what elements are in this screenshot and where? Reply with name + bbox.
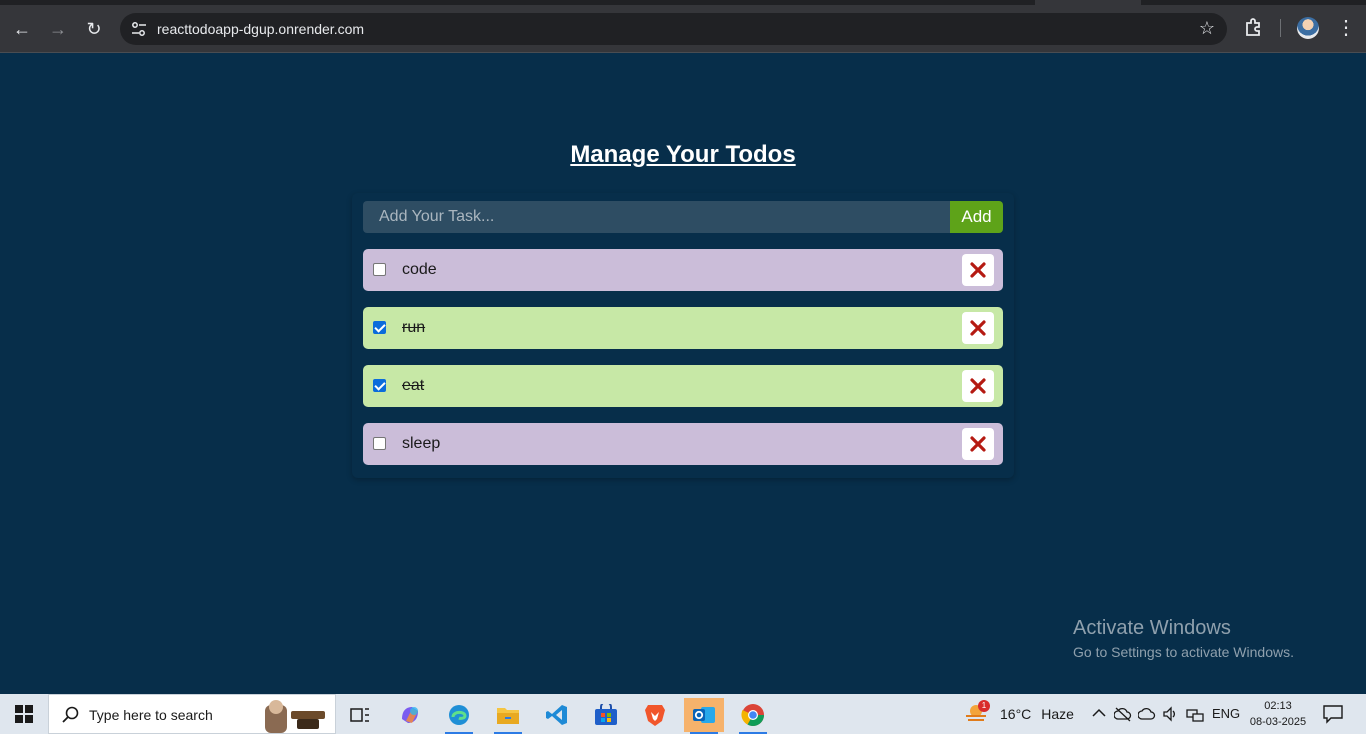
extensions-puzzle-icon[interactable]	[1242, 16, 1266, 40]
todo-checkbox[interactable]	[373, 321, 386, 334]
address-bar[interactable]: reacttodoapp-dgup.onrender.com ☆	[120, 13, 1227, 45]
show-hidden-icons-chevron-icon[interactable]	[1092, 708, 1106, 718]
todo-item: code	[363, 249, 1003, 291]
clock-date: 08-03-2025	[1249, 716, 1307, 728]
todo-text: eat	[402, 377, 425, 394]
search-placeholder: Type here to search	[89, 707, 213, 723]
delete-x-icon	[970, 378, 986, 394]
outlook-icon[interactable]	[684, 698, 724, 734]
chrome-icon[interactable]	[733, 698, 773, 734]
forward-button[interactable]: →	[43, 14, 73, 44]
todo-text: run	[402, 319, 426, 336]
search-highlight-illustration	[265, 700, 325, 733]
delete-x-icon	[970, 436, 986, 452]
bookmark-star-icon[interactable]: ☆	[1199, 18, 1215, 39]
tab-strip	[0, 0, 1035, 5]
brave-icon[interactable]	[635, 698, 675, 732]
todo-checkbox[interactable]	[373, 437, 386, 450]
windows-logo-icon	[15, 705, 33, 723]
delete-todo-button[interactable]	[962, 254, 994, 286]
taskbar-search[interactable]: Type here to search	[48, 694, 336, 734]
system-clock[interactable]: 02:13 08-03-2025	[1246, 698, 1310, 730]
todo-item: run	[363, 307, 1003, 349]
task-input[interactable]	[363, 201, 950, 233]
watermark-title: Activate Windows	[1073, 617, 1231, 639]
todo-text: code	[402, 261, 437, 278]
forward-arrow-icon: →	[49, 18, 67, 39]
todo-item: eat	[363, 365, 1003, 407]
start-button[interactable]	[0, 694, 48, 734]
store-icon[interactable]	[586, 698, 626, 732]
profile-avatar[interactable]	[1297, 17, 1319, 39]
add-task-form: Add	[363, 201, 1003, 233]
delete-todo-button[interactable]	[962, 312, 994, 344]
toolbar-divider	[1280, 19, 1281, 37]
search-icon	[62, 706, 79, 723]
todo-checkbox[interactable]	[373, 263, 386, 276]
notification-center-icon[interactable]	[1322, 704, 1344, 724]
url-text[interactable]: reacttodoapp-dgup.onrender.com	[157, 21, 364, 37]
delete-todo-button[interactable]	[962, 370, 994, 402]
edge-icon[interactable]	[439, 698, 479, 734]
todo-text: sleep	[402, 435, 441, 452]
windows-taskbar: Type here to search 1 16°C Haze ENG 02:1…	[0, 694, 1366, 734]
vscode-icon[interactable]	[537, 698, 577, 732]
language-indicator[interactable]: ENG	[1212, 706, 1240, 721]
back-arrow-icon: ←	[13, 18, 31, 39]
page-title: Manage Your Todos	[570, 141, 796, 168]
reload-icon: ↻	[86, 18, 102, 39]
add-button[interactable]: Add	[950, 201, 1003, 233]
activate-windows-watermark: Activate Windows Go to Settings to activ…	[1073, 617, 1294, 660]
network-icon[interactable]	[1186, 706, 1204, 722]
volume-icon[interactable]	[1162, 706, 1178, 722]
task-view-icon[interactable]	[340, 698, 380, 732]
site-settings-icon[interactable]	[130, 20, 148, 38]
watermark-subtitle: Go to Settings to activate Windows.	[1073, 644, 1294, 660]
onedrive-offline-icon[interactable]	[1114, 706, 1132, 722]
tab-strip-right	[1141, 0, 1366, 5]
browser-menu-icon[interactable]: ⋮	[1336, 15, 1356, 41]
weather-haze-icon: 1	[964, 700, 990, 725]
reload-button[interactable]: ↻	[79, 14, 109, 44]
weather-desc: Haze	[1041, 706, 1074, 722]
file-explorer-icon[interactable]	[488, 698, 528, 734]
weather-widget[interactable]: 1 16°C Haze	[964, 694, 1074, 734]
todo-item: sleep	[363, 423, 1003, 465]
delete-todo-button[interactable]	[962, 428, 994, 460]
browser-toolbar: ← → ↻ reacttodoapp-dgup.onrender.com ☆ ⋮	[0, 0, 1366, 53]
back-button[interactable]: ←	[7, 14, 37, 44]
cloud-icon[interactable]	[1138, 706, 1156, 722]
weather-badge: 1	[978, 700, 990, 712]
clock-time: 02:13	[1264, 700, 1292, 712]
delete-x-icon	[970, 320, 986, 336]
todo-checkbox[interactable]	[373, 379, 386, 392]
weather-temp: 16°C	[1000, 706, 1032, 722]
delete-x-icon	[970, 262, 986, 278]
copilot-icon[interactable]	[390, 698, 430, 732]
